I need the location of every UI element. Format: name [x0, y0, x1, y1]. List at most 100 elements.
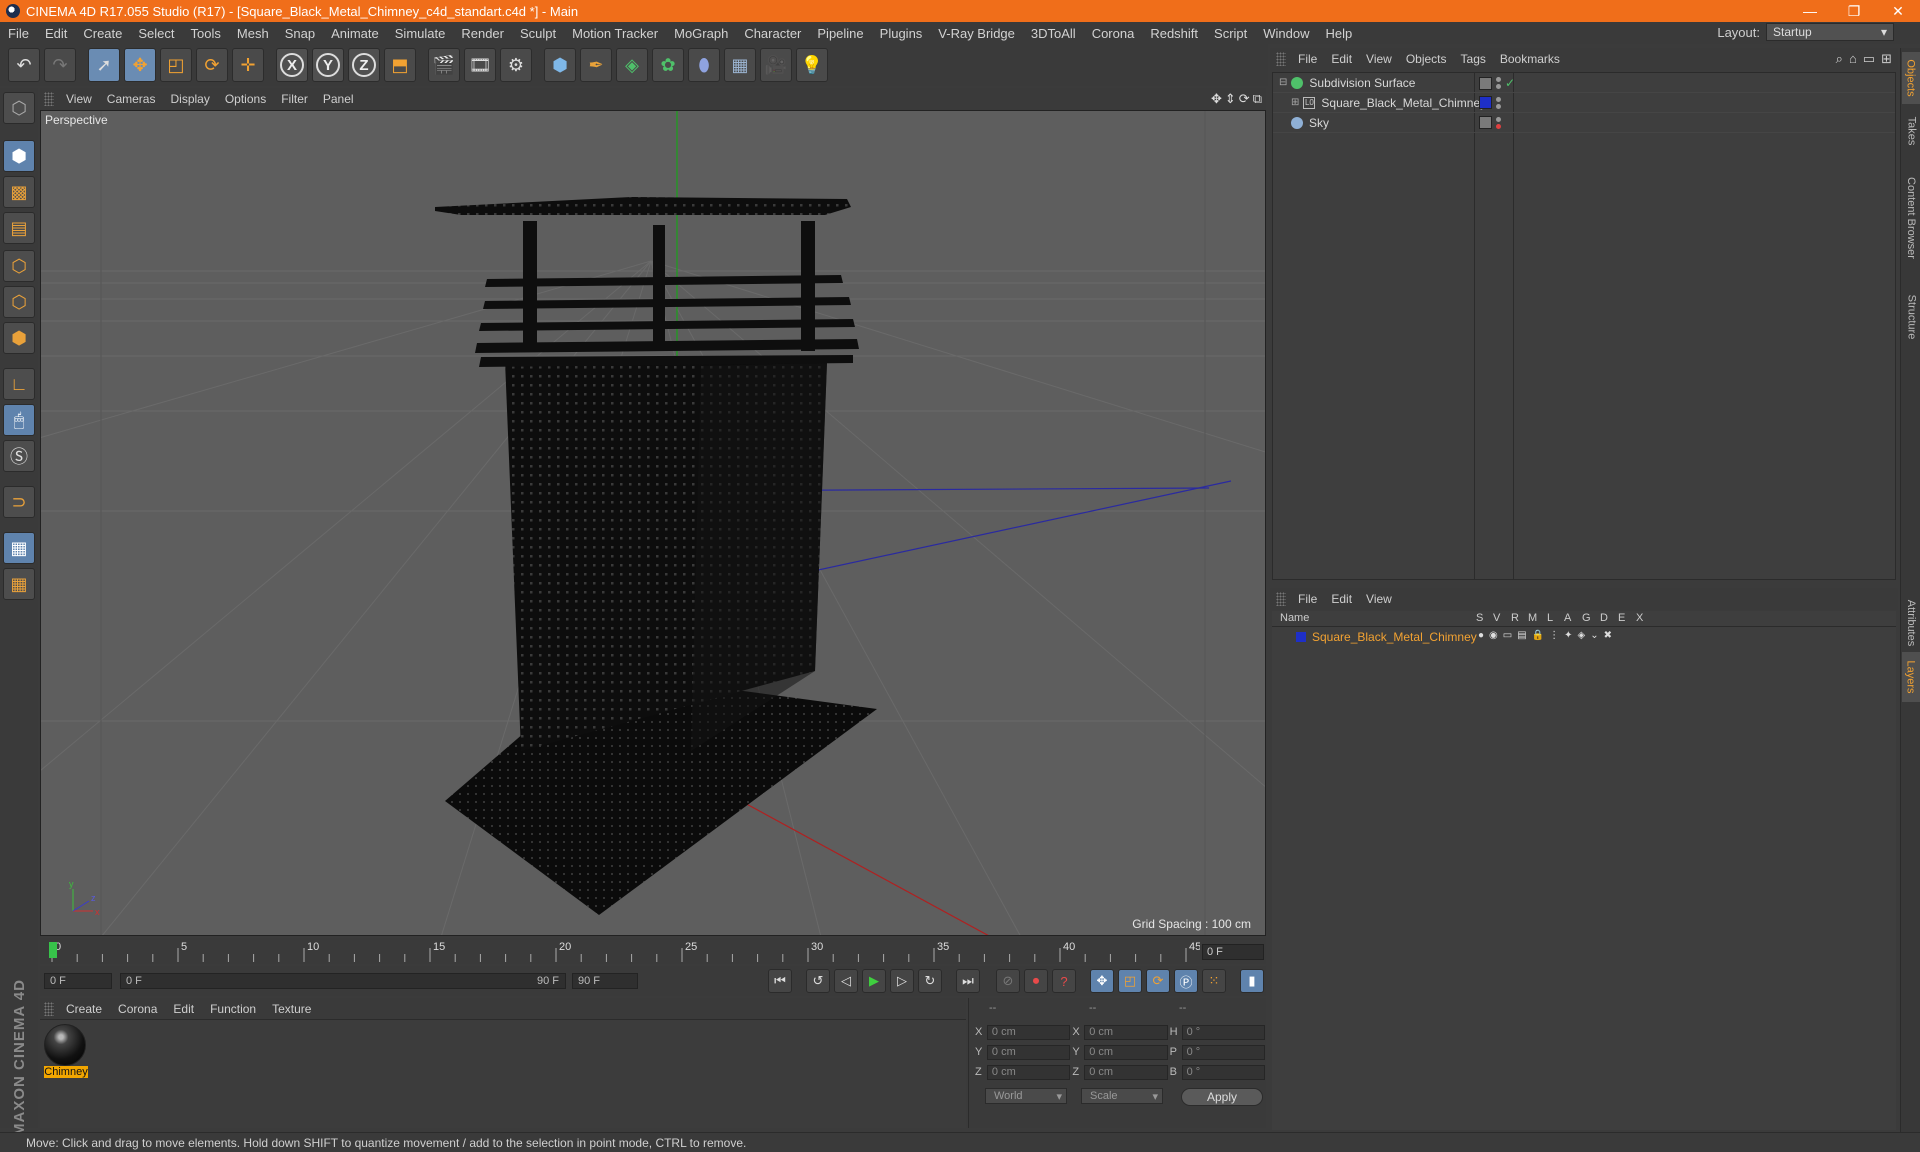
panel-grip-icon[interactable] [1276, 52, 1286, 66]
restore-button[interactable]: ❐ [1832, 0, 1876, 22]
rotation-b-field[interactable]: 0 ° [1181, 1064, 1265, 1080]
tab-layers[interactable]: Layers [1902, 652, 1920, 702]
size-y-field[interactable]: 0 cm [1084, 1044, 1168, 1060]
menu-redshift[interactable]: Redshift [1142, 26, 1206, 41]
camera-button[interactable]: 🎥 [760, 48, 792, 82]
tab-takes[interactable]: Takes [1902, 108, 1920, 154]
menu-create[interactable]: Create [75, 26, 130, 41]
key-parameter-button[interactable]: Ⓟ [1174, 969, 1198, 993]
size-x-field[interactable]: 0 cm [1084, 1024, 1168, 1040]
z-axis-button[interactable]: Z [348, 48, 380, 82]
layer-row[interactable]: Square_Black_Metal_Chimney ● ◉ ▭ ▤ 🔒 ⋮ ✦… [1272, 628, 1896, 646]
play-button[interactable]: ▶ [862, 969, 886, 993]
menu-vray-bridge[interactable]: V-Ray Bridge [930, 26, 1023, 41]
tweak-mode-button[interactable]: 🖱 [3, 404, 35, 436]
close-button[interactable]: ✕ [1876, 0, 1920, 22]
material-menu-create[interactable]: Create [62, 1002, 114, 1016]
x-axis-button[interactable]: X [276, 48, 308, 82]
layout-dropdown[interactable]: Startup ▾ [1766, 23, 1894, 41]
frame-range-slider[interactable]: 0 F 90 F [120, 973, 566, 989]
pen-button[interactable]: ✒ [580, 48, 612, 82]
layer-menu-view[interactable]: View [1362, 592, 1402, 606]
object-menu-view[interactable]: View [1362, 52, 1402, 66]
position-y-field[interactable]: 0 cm [986, 1044, 1071, 1060]
menu-motion-tracker[interactable]: Motion Tracker [564, 26, 666, 41]
viewport-menu-display[interactable]: Display [166, 92, 220, 106]
layer-color-icon[interactable] [1479, 96, 1492, 109]
polygons-mode-button[interactable]: ⬢ [3, 322, 35, 354]
previous-key-button[interactable]: ↺ [806, 969, 830, 993]
rotation-p-field[interactable]: 0 ° [1181, 1044, 1265, 1060]
menu-tools[interactable]: Tools [183, 26, 229, 41]
viewport-menu-filter[interactable]: Filter [277, 92, 319, 106]
menu-mograph[interactable]: MoGraph [666, 26, 736, 41]
expression-icon[interactable]: ⌄ [1590, 630, 1598, 641]
search-icon[interactable]: ⌕ [1836, 51, 1843, 67]
home-icon[interactable]: ⌂ [1849, 51, 1857, 67]
menu-snap[interactable]: Snap [277, 26, 323, 41]
key-rotation-button[interactable]: ⟳ [1146, 969, 1170, 993]
layer-menu-file[interactable]: File [1294, 592, 1327, 606]
texture-mode-button[interactable]: ▩ [3, 176, 35, 208]
generator-icon[interactable]: ✦ [1564, 630, 1572, 641]
collapse-icon[interactable]: ⊟ [1279, 77, 1287, 88]
recent-tool-button[interactable]: ✛ [232, 48, 264, 82]
viewport-menu-view[interactable]: View [62, 92, 103, 106]
redo-button[interactable]: ↷ [44, 48, 76, 82]
key-pla-button[interactable]: ⁙ [1202, 969, 1226, 993]
viewport-menu-options[interactable]: Options [221, 92, 277, 106]
object-row-sky[interactable]: Sky [1273, 113, 1895, 133]
locked-workplane-button[interactable]: ▦ [3, 532, 35, 564]
timeline-window-button[interactable]: ▮ [1240, 969, 1264, 993]
workplane-mode-button[interactable]: ▤ [3, 212, 35, 244]
tab-content-browser[interactable]: Content Browser [1902, 158, 1920, 278]
record-button[interactable]: ⏺ [1024, 969, 1048, 993]
undo-button[interactable]: ↶ [8, 48, 40, 82]
viewport-menu-panel[interactable]: Panel [319, 92, 365, 106]
menu-character[interactable]: Character [736, 26, 809, 41]
new-window-icon[interactable]: ▭ [1863, 51, 1875, 67]
floor-button[interactable]: ▦ [724, 48, 756, 82]
key-position-button[interactable]: ✥ [1090, 969, 1114, 993]
lock-icon[interactable]: 🔒 [1532, 630, 1544, 641]
object-menu-file[interactable]: File [1294, 52, 1327, 66]
enabled-check-icon[interactable]: ✓ [1505, 76, 1515, 90]
layer-color-swatch[interactable] [1296, 632, 1306, 642]
size-mode-dropdown[interactable]: Scale ▾ [1081, 1088, 1163, 1104]
expand-icon[interactable]: ⊞ [1291, 97, 1299, 108]
dolly-icon[interactable]: ⇕ [1225, 91, 1236, 107]
render-view-button[interactable]: 🎬 [428, 48, 460, 82]
next-frame-button[interactable]: ▷ [890, 969, 914, 993]
points-mode-button[interactable]: ⬡ [3, 250, 35, 282]
menu-pipeline[interactable]: Pipeline [809, 26, 871, 41]
y-axis-button[interactable]: Y [312, 48, 344, 82]
timeline-ruler[interactable]: 051015202530354045505560657075808590 0 F [40, 938, 1266, 964]
menu-sculpt[interactable]: Sculpt [512, 26, 564, 41]
perspective-viewport[interactable]: y x z Perspective Grid Spacing : 100 cm [40, 110, 1266, 936]
menu-simulate[interactable]: Simulate [387, 26, 454, 41]
light-button[interactable]: 💡 [796, 48, 828, 82]
viewport-menu-cameras[interactable]: Cameras [103, 92, 167, 106]
subdivision-button[interactable]: ◈ [616, 48, 648, 82]
apply-button[interactable]: Apply [1181, 1088, 1263, 1106]
maximize-view-icon[interactable]: ⧉ [1253, 91, 1262, 107]
chimney-cap[interactable] [435, 197, 851, 215]
object-menu-edit[interactable]: Edit [1327, 52, 1362, 66]
render-icon[interactable]: ▭ [1503, 630, 1512, 641]
deformer-button[interactable]: ⬮ [688, 48, 720, 82]
display-tag-icon[interactable] [1479, 116, 1492, 129]
size-z-field[interactable]: 0 cm [1084, 1064, 1168, 1080]
go-to-start-button[interactable]: ⏮ [768, 969, 792, 993]
object-row-subdivision-surface[interactable]: ⊟ Subdivision Surface ✓ [1273, 73, 1895, 93]
menu-mesh[interactable]: Mesh [229, 26, 277, 41]
pan-icon[interactable]: ✥ [1211, 91, 1222, 107]
rotate-button[interactable]: ⟳ [196, 48, 228, 82]
menu-file[interactable]: File [0, 26, 37, 41]
axis-mode-button[interactable]: ∟ [3, 368, 35, 400]
material-menu-texture[interactable]: Texture [268, 1002, 323, 1016]
orbit-icon[interactable]: ⟳ [1239, 91, 1250, 107]
tab-attributes[interactable]: Attributes [1902, 588, 1920, 658]
cloner-button[interactable]: ✿ [652, 48, 684, 82]
edges-mode-button[interactable]: ⬡ [3, 286, 35, 318]
tab-structure[interactable]: Structure [1902, 282, 1920, 352]
